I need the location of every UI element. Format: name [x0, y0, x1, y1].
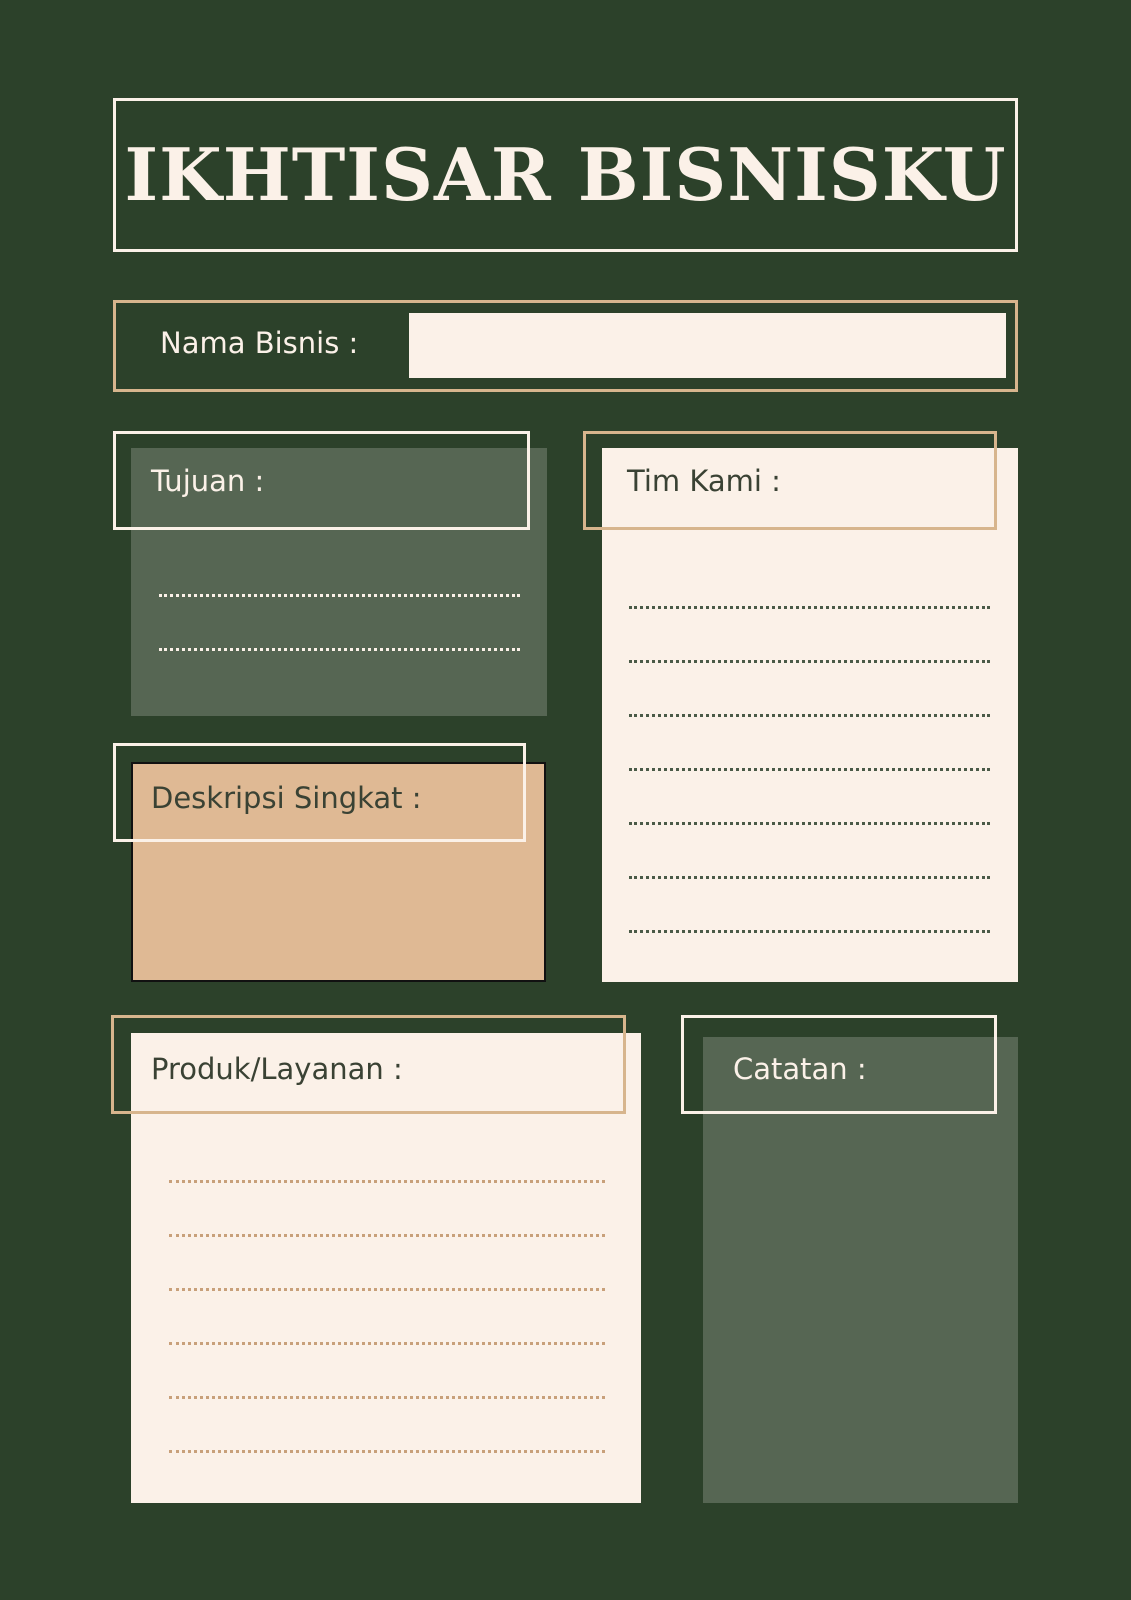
- products-line[interactable]: [169, 1180, 605, 1183]
- products-line[interactable]: [169, 1234, 605, 1237]
- products-label: Produk/Layanan :: [151, 1052, 403, 1086]
- goals-label: Tujuan :: [151, 464, 265, 498]
- business-name-label: Nama Bisnis :: [160, 326, 359, 360]
- team-line[interactable]: [629, 714, 990, 717]
- team-line[interactable]: [629, 660, 990, 663]
- notes-label: Catatan :: [733, 1052, 867, 1086]
- goals-line[interactable]: [159, 648, 520, 651]
- products-line[interactable]: [169, 1288, 605, 1291]
- team-line[interactable]: [629, 876, 990, 879]
- team-label: Tim Kami :: [627, 464, 781, 498]
- page-title: IKHTISAR BISNISKU: [124, 132, 1007, 217]
- team-line[interactable]: [629, 930, 990, 933]
- short-description-label: Deskripsi Singkat :: [151, 781, 422, 815]
- products-line[interactable]: [169, 1396, 605, 1399]
- products-line[interactable]: [169, 1342, 605, 1345]
- team-line[interactable]: [629, 606, 990, 609]
- team-line[interactable]: [629, 822, 990, 825]
- goals-line[interactable]: [159, 594, 520, 597]
- business-name-input[interactable]: [409, 313, 1006, 378]
- title-frame: IKHTISAR BISNISKU: [113, 98, 1018, 252]
- team-line[interactable]: [629, 768, 990, 771]
- products-line[interactable]: [169, 1450, 605, 1453]
